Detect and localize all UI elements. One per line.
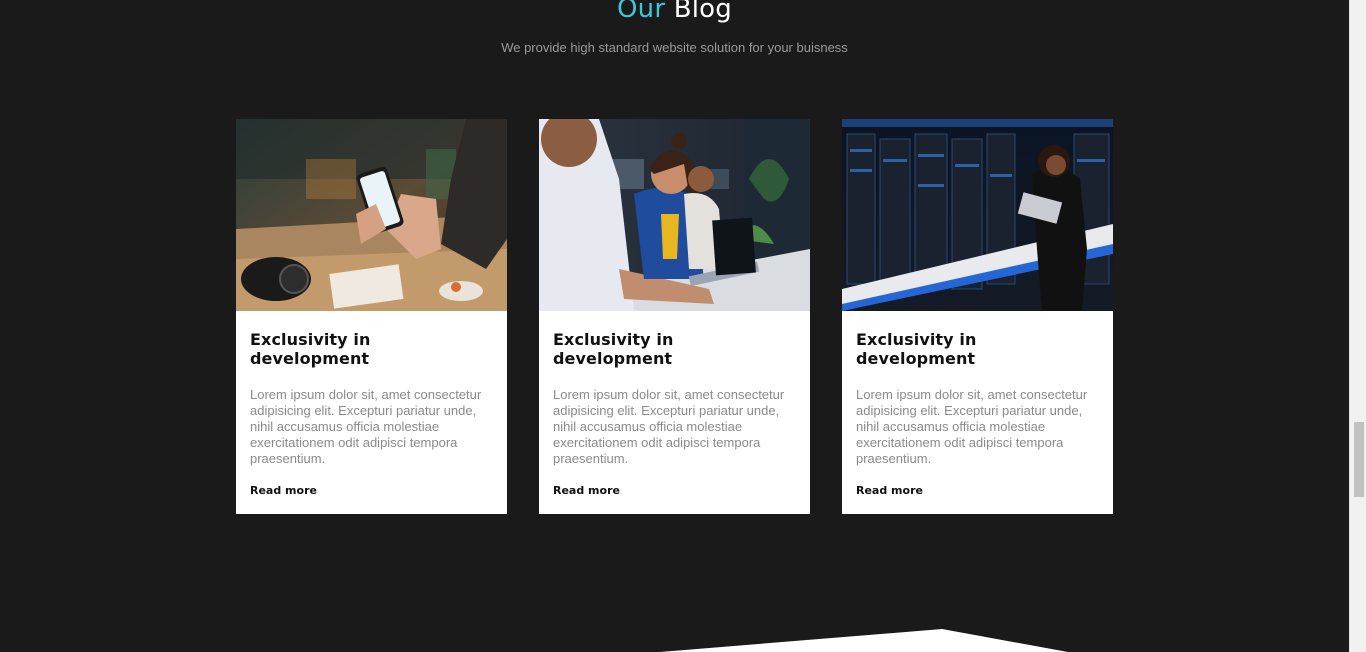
blog-card-text: Lorem ipsum dolor sit, amet consectetur … [553, 387, 785, 466]
blog-card-body: Exclusivity in development Lorem ipsum d… [236, 330, 507, 498]
blog-card: Exclusivity in development Lorem ipsum d… [539, 119, 810, 514]
blog-card-image[interactable] [236, 119, 507, 311]
read-more-link[interactable]: Read more [250, 484, 317, 497]
blog-card-title[interactable]: Exclusivity in development [856, 330, 1099, 368]
blog-card-title[interactable]: Exclusivity in development [250, 330, 493, 368]
server-room-illustration [842, 119, 1113, 311]
read-more-link[interactable]: Read more [856, 484, 923, 497]
section-subtitle: We provide high standard website solutio… [501, 40, 848, 55]
blog-card-title[interactable]: Exclusivity in development [553, 330, 796, 368]
scrollbar-thumb[interactable] [1354, 422, 1364, 497]
blog-card: Exclusivity in development Lorem ipsum d… [236, 119, 507, 514]
blog-card-image[interactable] [842, 119, 1113, 311]
phone-photo-illustration [236, 119, 507, 311]
blog-card-body: Exclusivity in development Lorem ipsum d… [539, 330, 810, 498]
section-title: Our Blog [0, 0, 1349, 24]
blog-card-text: Lorem ipsum dolor sit, amet consectetur … [250, 387, 482, 466]
office-team-illustration [539, 119, 810, 311]
blog-cards: Exclusivity in development Lorem ipsum d… [236, 119, 1113, 514]
blog-section: Our Blog We provide high standard websit… [0, 0, 1349, 652]
blog-card-text: Lorem ipsum dolor sit, amet consectetur … [856, 387, 1088, 466]
bottom-wave-shape [660, 629, 1068, 652]
page-scrollbar[interactable] [1349, 0, 1366, 652]
blog-card: Exclusivity in development Lorem ipsum d… [842, 119, 1113, 514]
blog-card-image[interactable] [539, 119, 810, 311]
section-title-rest: Blog [673, 0, 732, 24]
blog-card-body: Exclusivity in development Lorem ipsum d… [842, 330, 1113, 498]
section-title-accent: Our [617, 0, 666, 24]
read-more-link[interactable]: Read more [553, 484, 620, 497]
